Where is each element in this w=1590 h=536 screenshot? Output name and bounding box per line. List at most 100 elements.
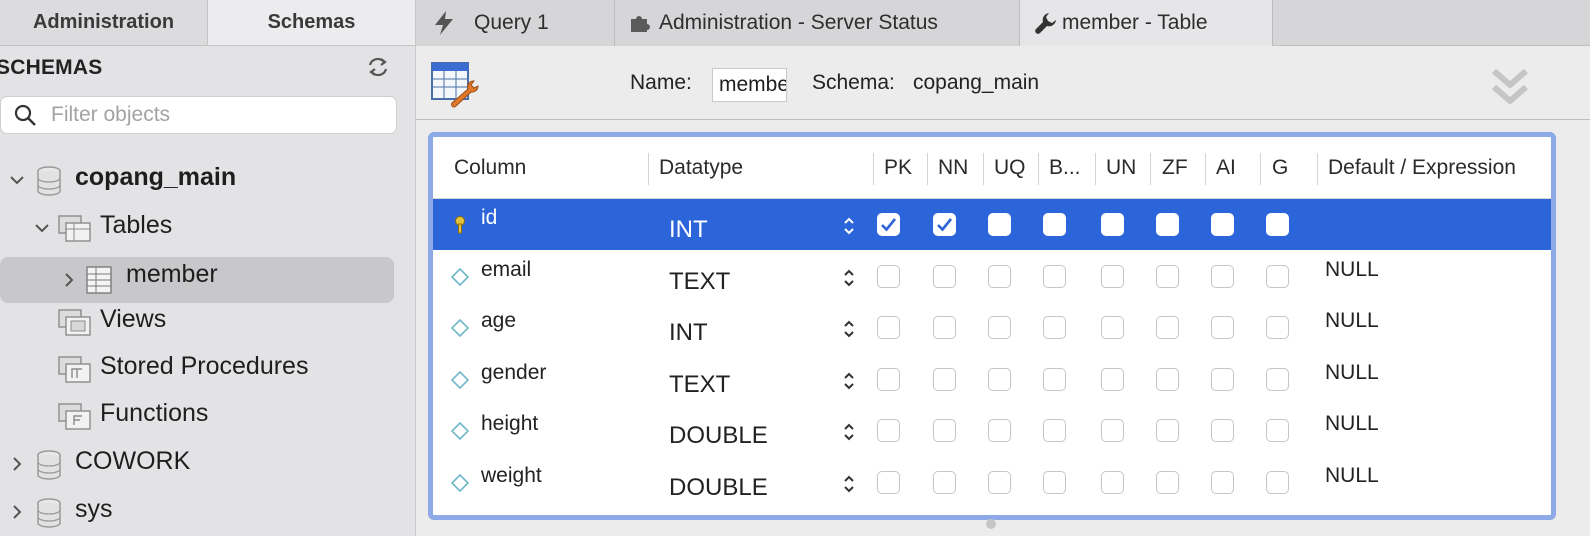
datatype-stepper-icon[interactable] [841, 421, 857, 443]
checkbox-uq[interactable] [988, 368, 1011, 391]
datatype-cell[interactable]: TEXT [669, 371, 730, 399]
checkbox-binary[interactable] [1043, 368, 1066, 391]
checkbox-un[interactable] [1101, 471, 1124, 494]
chevron-right-icon[interactable] [8, 503, 26, 521]
table-name-input[interactable]: member [712, 68, 787, 102]
checkbox-nn[interactable] [933, 368, 956, 391]
column-name-cell[interactable]: gender [481, 361, 546, 385]
column-divider[interactable] [648, 153, 649, 185]
default-expression-cell[interactable]: NULL [1325, 361, 1379, 385]
tree-item-member[interactable]: member [0, 257, 394, 303]
checkbox-ai[interactable] [1211, 368, 1234, 391]
checkbox-zf[interactable] [1156, 316, 1179, 339]
table-row[interactable]: height DOUBLE NULL [433, 405, 1551, 456]
header-un[interactable]: UN [1106, 156, 1136, 180]
column-divider[interactable] [1095, 153, 1096, 185]
column-divider[interactable] [1317, 153, 1318, 185]
checkbox-pk[interactable] [877, 368, 900, 391]
column-name-cell[interactable]: age [481, 309, 516, 333]
checkbox-nn[interactable] [933, 265, 956, 288]
tree-item-tables[interactable]: Tables [0, 204, 415, 250]
header-default[interactable]: Default / Expression [1328, 156, 1516, 180]
header-binary[interactable]: B... [1049, 156, 1081, 180]
checkbox-nn[interactable] [933, 419, 956, 442]
tab-schemas[interactable]: Schemas [208, 0, 415, 45]
column-name-cell[interactable]: birthday [481, 515, 556, 520]
header-nn[interactable]: NN [938, 156, 968, 180]
column-divider[interactable] [873, 153, 874, 185]
chevron-right-icon[interactable] [8, 455, 26, 473]
checkbox-g[interactable] [1266, 213, 1289, 236]
chevron-down-icon[interactable] [33, 219, 51, 237]
checkbox-uq[interactable] [988, 419, 1011, 442]
checkbox-binary[interactable] [1043, 419, 1066, 442]
datatype-cell[interactable]: TEXT [669, 268, 730, 296]
checkbox-un[interactable] [1101, 368, 1124, 391]
checkbox-binary[interactable] [1043, 265, 1066, 288]
datatype-stepper-icon[interactable] [841, 318, 857, 340]
checkbox-zf[interactable] [1156, 213, 1179, 236]
column-name-cell[interactable]: weight [481, 464, 542, 488]
checkbox-g[interactable] [1266, 419, 1289, 442]
checkbox-g[interactable] [1266, 316, 1289, 339]
header-datatype[interactable]: Datatype [659, 156, 743, 180]
checkbox-uq[interactable] [988, 265, 1011, 288]
checkbox-zf[interactable] [1156, 265, 1179, 288]
column-divider[interactable] [1150, 153, 1151, 185]
checkbox-un[interactable] [1101, 265, 1124, 288]
header-ai[interactable]: AI [1216, 156, 1236, 180]
default-expression-cell[interactable]: NULL [1325, 309, 1379, 333]
tree-item-stored-procedures[interactable]: Stored Procedures [0, 345, 415, 391]
chevron-down-icon[interactable] [8, 171, 26, 189]
checkbox-uq[interactable] [988, 316, 1011, 339]
checkbox-pk[interactable] [877, 265, 900, 288]
checkbox-binary[interactable] [1043, 471, 1066, 494]
column-divider[interactable] [1260, 153, 1261, 185]
checkbox-zf[interactable] [1156, 419, 1179, 442]
column-divider[interactable] [1038, 153, 1039, 185]
tree-item-copang-main[interactable]: copang_main [0, 156, 415, 202]
table-row[interactable]: email TEXT NULL [433, 251, 1551, 302]
checkbox-un[interactable] [1101, 316, 1124, 339]
header-zf[interactable]: ZF [1162, 156, 1188, 180]
datatype-stepper-icon[interactable] [841, 473, 857, 495]
tab-member-table[interactable]: member - Table [1020, 0, 1273, 46]
filter-objects-field[interactable] [0, 96, 397, 134]
checkbox-pk[interactable] [877, 316, 900, 339]
tree-item-cowork[interactable]: COWORK [0, 440, 415, 486]
table-row[interactable]: id INT [433, 199, 1551, 250]
checkbox-pk[interactable] [877, 419, 900, 442]
header-column[interactable]: Column [454, 156, 526, 180]
checkbox-uq[interactable] [988, 471, 1011, 494]
tab-server-status[interactable]: Administration - Server Status [615, 0, 1020, 46]
checkbox-ai[interactable] [1211, 265, 1234, 288]
datatype-cell[interactable]: INT [669, 216, 708, 244]
checkbox-binary[interactable] [1043, 213, 1066, 236]
header-pk[interactable]: PK [884, 156, 912, 180]
table-row[interactable]: age INT NULL [433, 302, 1551, 353]
checkbox-nn[interactable] [933, 213, 956, 236]
table-row[interactable]: weight DOUBLE NULL [433, 457, 1551, 508]
tab-administration[interactable]: Administration [0, 0, 208, 45]
checkbox-zf[interactable] [1156, 471, 1179, 494]
datatype-cell[interactable]: INT [669, 319, 708, 347]
refresh-icon[interactable] [366, 55, 390, 79]
checkbox-g[interactable] [1266, 368, 1289, 391]
checkbox-ai[interactable] [1211, 316, 1234, 339]
checkbox-ai[interactable] [1211, 471, 1234, 494]
checkbox-un[interactable] [1101, 213, 1124, 236]
checkbox-binary[interactable] [1043, 316, 1066, 339]
checkbox-ai[interactable] [1211, 419, 1234, 442]
header-uq[interactable]: UQ [994, 156, 1026, 180]
datatype-stepper-icon[interactable] [841, 215, 857, 237]
column-name-cell[interactable]: id [481, 206, 497, 230]
checkbox-un[interactable] [1101, 419, 1124, 442]
checkbox-g[interactable] [1266, 471, 1289, 494]
column-divider[interactable] [1205, 153, 1206, 185]
checkbox-nn[interactable] [933, 471, 956, 494]
default-expression-cell[interactable]: NULL [1325, 464, 1379, 488]
tree-item-sys[interactable]: sys [0, 488, 415, 534]
checkbox-uq[interactable] [988, 213, 1011, 236]
default-expression-cell[interactable]: NULL [1325, 412, 1379, 436]
checkbox-pk[interactable] [877, 471, 900, 494]
